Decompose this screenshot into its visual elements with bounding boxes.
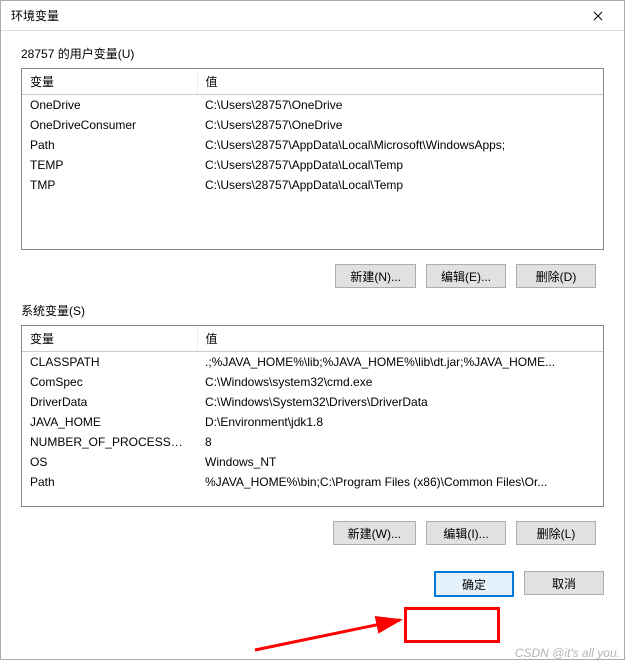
table-row[interactable]: TEMPC:\Users\28757\AppData\Local\Temp [22, 155, 603, 175]
var-value-cell: C:\Windows\system32\cmd.exe [197, 372, 603, 392]
watermark: CSDN @it's all you. [515, 646, 620, 660]
col-header-val[interactable]: 值 [197, 69, 603, 95]
cancel-button[interactable]: 取消 [524, 571, 604, 595]
titlebar: 环境变量 [1, 1, 624, 31]
var-value-cell: C:\Users\28757\AppData\Local\Temp [197, 155, 603, 175]
env-vars-dialog: 环境变量 28757 的用户变量(U) 变量 值 OneDriveC:\User… [0, 0, 625, 660]
table-row[interactable]: PathC:\Users\28757\AppData\Local\Microso… [22, 135, 603, 155]
table-row[interactable]: NUMBER_OF_PROCESSORS8 [22, 432, 603, 452]
sys-edit-button[interactable]: 编辑(I)... [426, 521, 506, 545]
var-name-cell: Path [22, 472, 197, 492]
var-value-cell: C:\Users\28757\OneDrive [197, 115, 603, 135]
user-vars-table-wrap: 变量 值 OneDriveC:\Users\28757\OneDriveOneD… [21, 68, 604, 250]
var-name-cell: ComSpec [22, 372, 197, 392]
col-header-var[interactable]: 变量 [22, 326, 197, 352]
table-row[interactable]: TMPC:\Users\28757\AppData\Local\Temp [22, 175, 603, 195]
sys-vars-table-wrap: 变量 值 CLASSPATH.;%JAVA_HOME%\lib;%JAVA_HO… [21, 325, 604, 507]
var-value-cell: D:\Environment\jdk1.8 [197, 412, 603, 432]
var-name-cell: TEMP [22, 155, 197, 175]
sys-new-button[interactable]: 新建(W)... [333, 521, 416, 545]
table-row[interactable]: DriverDataC:\Windows\System32\Drivers\Dr… [22, 392, 603, 412]
var-name-cell: Path [22, 135, 197, 155]
user-vars-table: 变量 值 OneDriveC:\Users\28757\OneDriveOneD… [22, 69, 603, 195]
close-button[interactable] [578, 2, 618, 30]
var-name-cell: JAVA_HOME [22, 412, 197, 432]
var-value-cell: %JAVA_HOME%\bin;C:\Program Files (x86)\C… [197, 472, 603, 492]
table-row[interactable]: OneDriveConsumerC:\Users\28757\OneDrive [22, 115, 603, 135]
table-row[interactable]: JAVA_HOMED:\Environment\jdk1.8 [22, 412, 603, 432]
table-row[interactable]: Path%JAVA_HOME%\bin;C:\Program Files (x8… [22, 472, 603, 492]
var-name-cell: TMP [22, 175, 197, 195]
col-header-var[interactable]: 变量 [22, 69, 197, 95]
var-name-cell: DriverData [22, 392, 197, 412]
table-row[interactable]: ComSpecC:\Windows\system32\cmd.exe [22, 372, 603, 392]
var-name-cell: OS [22, 452, 197, 472]
user-delete-button[interactable]: 删除(D) [516, 264, 596, 288]
dialog-content: 28757 的用户变量(U) 变量 值 OneDriveC:\Users\287… [1, 31, 624, 571]
user-vars-buttons: 新建(N)... 编辑(E)... 删除(D) [21, 250, 604, 302]
dialog-title: 环境变量 [11, 7, 578, 24]
var-value-cell: .;%JAVA_HOME%\lib;%JAVA_HOME%\lib\dt.jar… [197, 352, 603, 373]
var-value-cell: C:\Users\28757\OneDrive [197, 95, 603, 116]
user-vars-label: 28757 的用户变量(U) [21, 45, 604, 62]
var-value-cell: 8 [197, 432, 603, 452]
var-name-cell: NUMBER_OF_PROCESSORS [22, 432, 197, 452]
var-value-cell: C:\Users\28757\AppData\Local\Microsoft\W… [197, 135, 603, 155]
dialog-footer: 确定 取消 [1, 571, 624, 611]
sys-delete-button[interactable]: 删除(L) [516, 521, 596, 545]
user-edit-button[interactable]: 编辑(E)... [426, 264, 506, 288]
table-row[interactable]: OneDriveC:\Users\28757\OneDrive [22, 95, 603, 116]
sys-vars-table: 变量 值 CLASSPATH.;%JAVA_HOME%\lib;%JAVA_HO… [22, 326, 603, 492]
var-value-cell: C:\Windows\System32\Drivers\DriverData [197, 392, 603, 412]
var-value-cell: Windows_NT [197, 452, 603, 472]
sys-vars-label: 系统变量(S) [21, 302, 604, 319]
close-icon [593, 11, 603, 21]
var-value-cell: C:\Users\28757\AppData\Local\Temp [197, 175, 603, 195]
table-row[interactable]: CLASSPATH.;%JAVA_HOME%\lib;%JAVA_HOME%\l… [22, 352, 603, 373]
ok-button[interactable]: 确定 [434, 571, 514, 597]
var-name-cell: CLASSPATH [22, 352, 197, 373]
var-name-cell: OneDrive [22, 95, 197, 116]
sys-vars-buttons: 新建(W)... 编辑(I)... 删除(L) [21, 507, 604, 559]
col-header-val[interactable]: 值 [197, 326, 603, 352]
table-row[interactable]: OSWindows_NT [22, 452, 603, 472]
var-name-cell: OneDriveConsumer [22, 115, 197, 135]
user-new-button[interactable]: 新建(N)... [335, 264, 416, 288]
